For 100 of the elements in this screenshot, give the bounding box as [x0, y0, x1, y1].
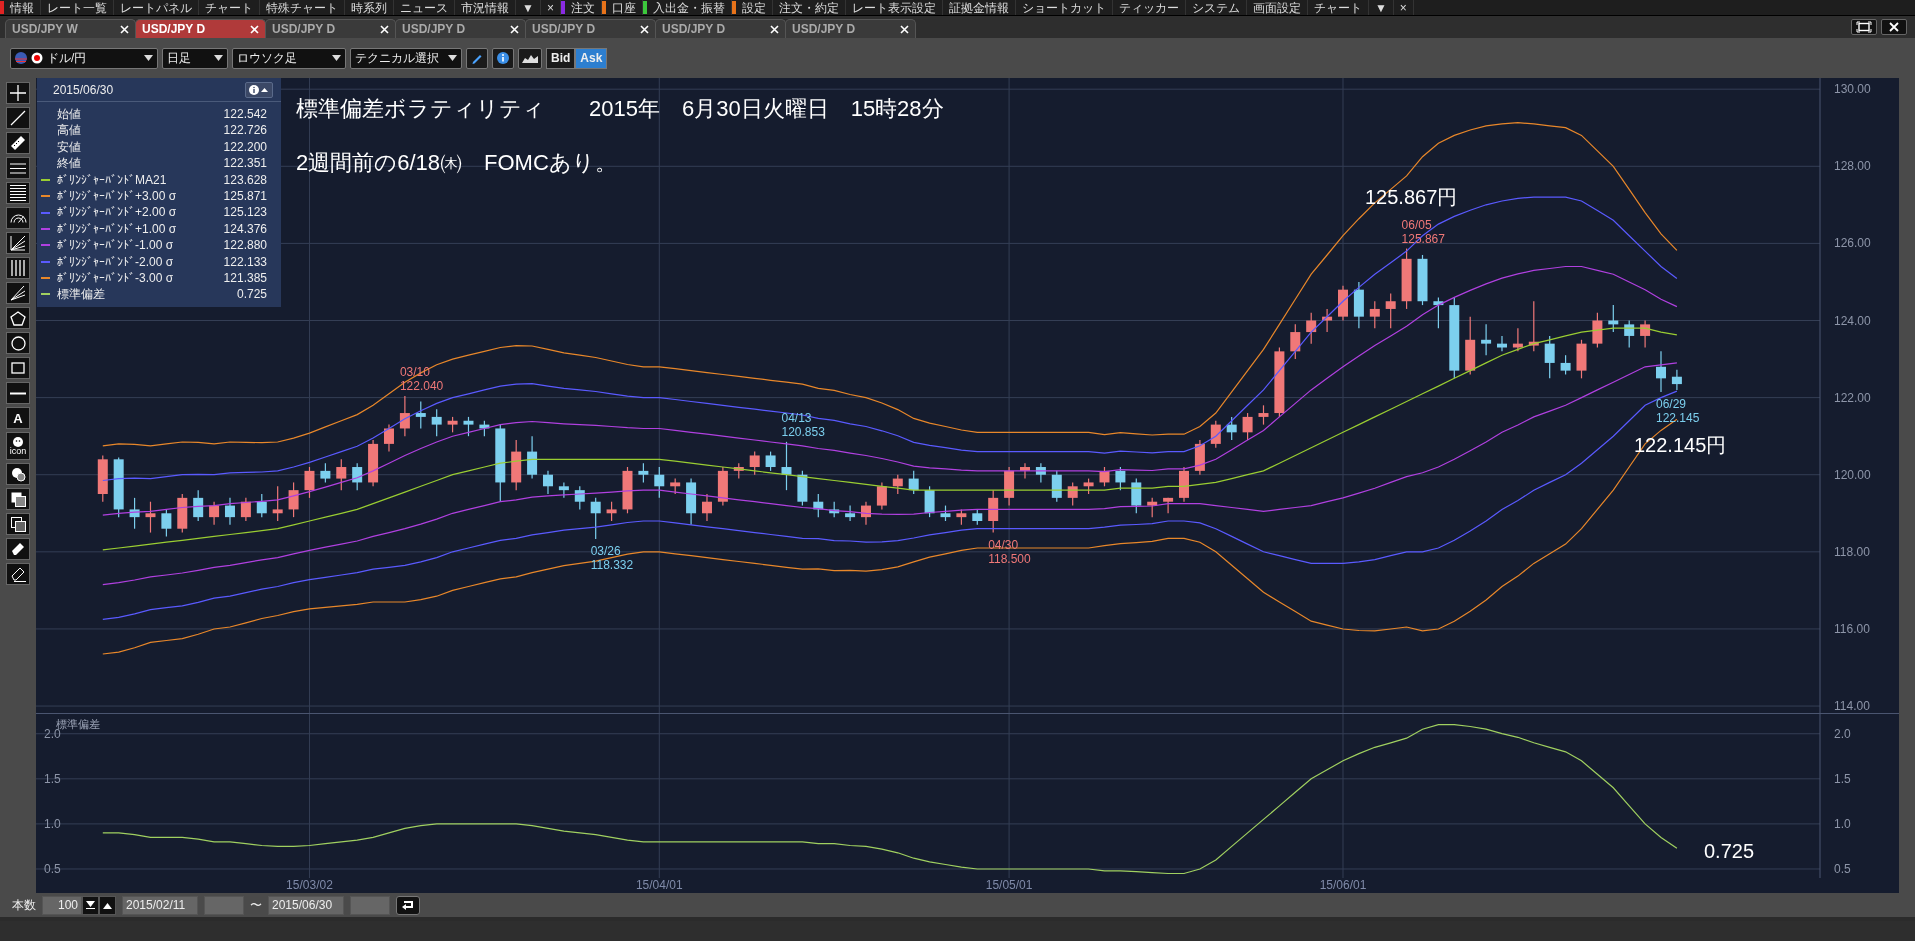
close-icon[interactable] — [900, 24, 909, 34]
menu-item[interactable]: ティッカー — [1112, 0, 1186, 15]
menu-item[interactable]: 画面設定 — [1246, 0, 1308, 15]
close-icon[interactable] — [120, 24, 129, 34]
pencil-button[interactable] — [466, 47, 488, 69]
drawing-tool-button[interactable] — [6, 157, 30, 179]
price-side-toggle[interactable]: Bid — [546, 47, 576, 69]
close-button[interactable] — [1881, 19, 1907, 35]
low-label: 06/29 — [1656, 397, 1687, 412]
menu-item[interactable]: レートパネル — [114, 0, 199, 15]
info-icon — [249, 84, 269, 95]
chart-tab[interactable]: USD/JPY D — [265, 19, 396, 38]
menu-item[interactable]: システム — [1185, 0, 1247, 15]
high-label: 122.040 — [399, 379, 444, 394]
drawing-tool-button[interactable] — [6, 232, 30, 254]
currency-dropdown[interactable]: ドル/円 — [10, 47, 158, 69]
close-icon[interactable] — [640, 24, 649, 34]
close-icon[interactable] — [250, 24, 259, 34]
menu-item[interactable]: × — [1393, 0, 1414, 15]
menu-item[interactable]: チャート — [1307, 0, 1369, 15]
chart-tab[interactable]: USD/JPY D — [655, 19, 786, 38]
high-label: 06/05 — [1401, 217, 1432, 232]
chart-tab[interactable]: USD/JPY W — [5, 19, 136, 38]
crosshair-icon — [9, 84, 27, 102]
time-field[interactable] — [204, 895, 244, 915]
circles-icon — [10, 466, 26, 482]
menu-item[interactable]: 口座 — [605, 0, 643, 15]
date-field[interactable]: 2015/06/30 — [268, 895, 344, 915]
axis-label: 15/06/01 — [1319, 878, 1367, 892]
period-dropdown[interactable]: 日足 — [162, 47, 228, 69]
reset-button[interactable] — [396, 895, 420, 915]
chart-tab[interactable]: USD/JPY D — [525, 19, 656, 38]
drawing-tool-button[interactable]: A — [6, 407, 30, 429]
price-side-toggle[interactable]: Ask — [575, 47, 608, 69]
close-icon[interactable] — [380, 24, 389, 34]
horizontal-line-icon — [10, 391, 26, 395]
count-field[interactable]: 100 — [42, 895, 82, 915]
menu-item[interactable]: 注文 — [564, 0, 602, 15]
menu-item[interactable]: ▼ — [516, 0, 541, 15]
drawing-tool-button[interactable] — [6, 563, 30, 585]
chart-style-button[interactable] — [518, 47, 542, 69]
chart-tab[interactable]: USD/JPY D — [395, 19, 526, 38]
legend-label: 高値 — [57, 122, 82, 139]
axis-label: 126.00 — [1834, 236, 1871, 251]
date-field[interactable]: 2015/02/11 — [122, 895, 198, 915]
legend-label: ﾎﾞﾘﾝｼﾞｬｰﾊﾞﾝﾄﾞ+1.00 σ — [57, 220, 178, 238]
time-field[interactable] — [350, 895, 390, 915]
increment-button[interactable] — [99, 895, 116, 915]
drawing-tool-button[interactable] — [6, 538, 30, 560]
caret-icon — [332, 55, 341, 61]
legend-toggle-button[interactable] — [245, 81, 273, 98]
legend-label: ﾎﾞﾘﾝｼﾞｬｰﾊﾞﾝﾄﾞ-3.00 σ — [57, 269, 175, 287]
drawing-tool-button[interactable] — [6, 132, 30, 154]
drawing-tool-button[interactable] — [6, 513, 30, 535]
menu-item[interactable]: 注文・約定 — [772, 0, 846, 15]
drawing-tool-button[interactable]: icon — [6, 432, 30, 460]
legend-label: 終値 — [57, 155, 82, 172]
drawing-tool-button[interactable] — [6, 307, 30, 329]
menu-item[interactable]: レート表示設定 — [845, 0, 943, 15]
ruler-icon — [10, 135, 26, 151]
technical-dropdown[interactable]: テクニカル選択 — [350, 47, 462, 69]
menu-item[interactable]: 証拠金情報 — [942, 0, 1016, 15]
drawing-tool-button[interactable] — [6, 382, 30, 404]
drawing-tool-button[interactable] — [6, 107, 30, 129]
close-icon[interactable] — [510, 24, 519, 34]
drawing-tool-button[interactable] — [6, 282, 30, 304]
legend-value: 122.880 — [223, 237, 267, 254]
decrement-button[interactable] — [82, 895, 99, 915]
menu-item[interactable]: 設定 — [735, 0, 773, 15]
drawing-tool-button[interactable] — [6, 182, 30, 204]
menu-item[interactable]: 市況情報 — [455, 0, 516, 15]
drawing-tool-button[interactable] — [6, 488, 30, 510]
drawing-tool-button[interactable] — [6, 463, 30, 485]
drawing-tool-button[interactable] — [6, 357, 30, 379]
maximize-icon — [1856, 21, 1872, 33]
low-label: 03/26 — [590, 544, 621, 559]
up-arrow-icon — [103, 901, 112, 909]
menu-item[interactable]: ニュース — [394, 0, 455, 15]
drawing-tool-button[interactable] — [6, 82, 30, 104]
caret-icon — [448, 55, 457, 61]
chart-tab[interactable]: USD/JPY D — [785, 19, 916, 38]
maximize-button[interactable] — [1851, 19, 1877, 35]
info-button[interactable] — [492, 47, 514, 69]
menu-item[interactable]: 情報 — [4, 0, 41, 15]
drawing-tool-button[interactable] — [6, 207, 30, 229]
menu-item[interactable]: 入出金・振替 — [646, 0, 732, 15]
menu-item[interactable]: チャート — [199, 0, 260, 15]
menu-item[interactable]: 時系列 — [345, 0, 394, 15]
menu-item[interactable]: ▼ — [1368, 0, 1394, 15]
drawing-tool-button[interactable] — [6, 332, 30, 354]
eraser-icon — [11, 542, 25, 556]
menu-item[interactable]: × — [540, 0, 561, 15]
legend-value: 121.385 — [223, 269, 267, 287]
drawing-tool-button[interactable] — [6, 257, 30, 279]
close-icon[interactable] — [770, 24, 779, 34]
chart-tab[interactable]: USD/JPY D — [135, 19, 266, 38]
menu-item[interactable]: ショートカット — [1015, 0, 1113, 15]
menu-item[interactable]: レート一覧 — [41, 0, 114, 15]
chart-type-dropdown[interactable]: ロウソク足 — [232, 47, 346, 69]
menu-item[interactable]: 特殊チャート — [260, 0, 345, 15]
